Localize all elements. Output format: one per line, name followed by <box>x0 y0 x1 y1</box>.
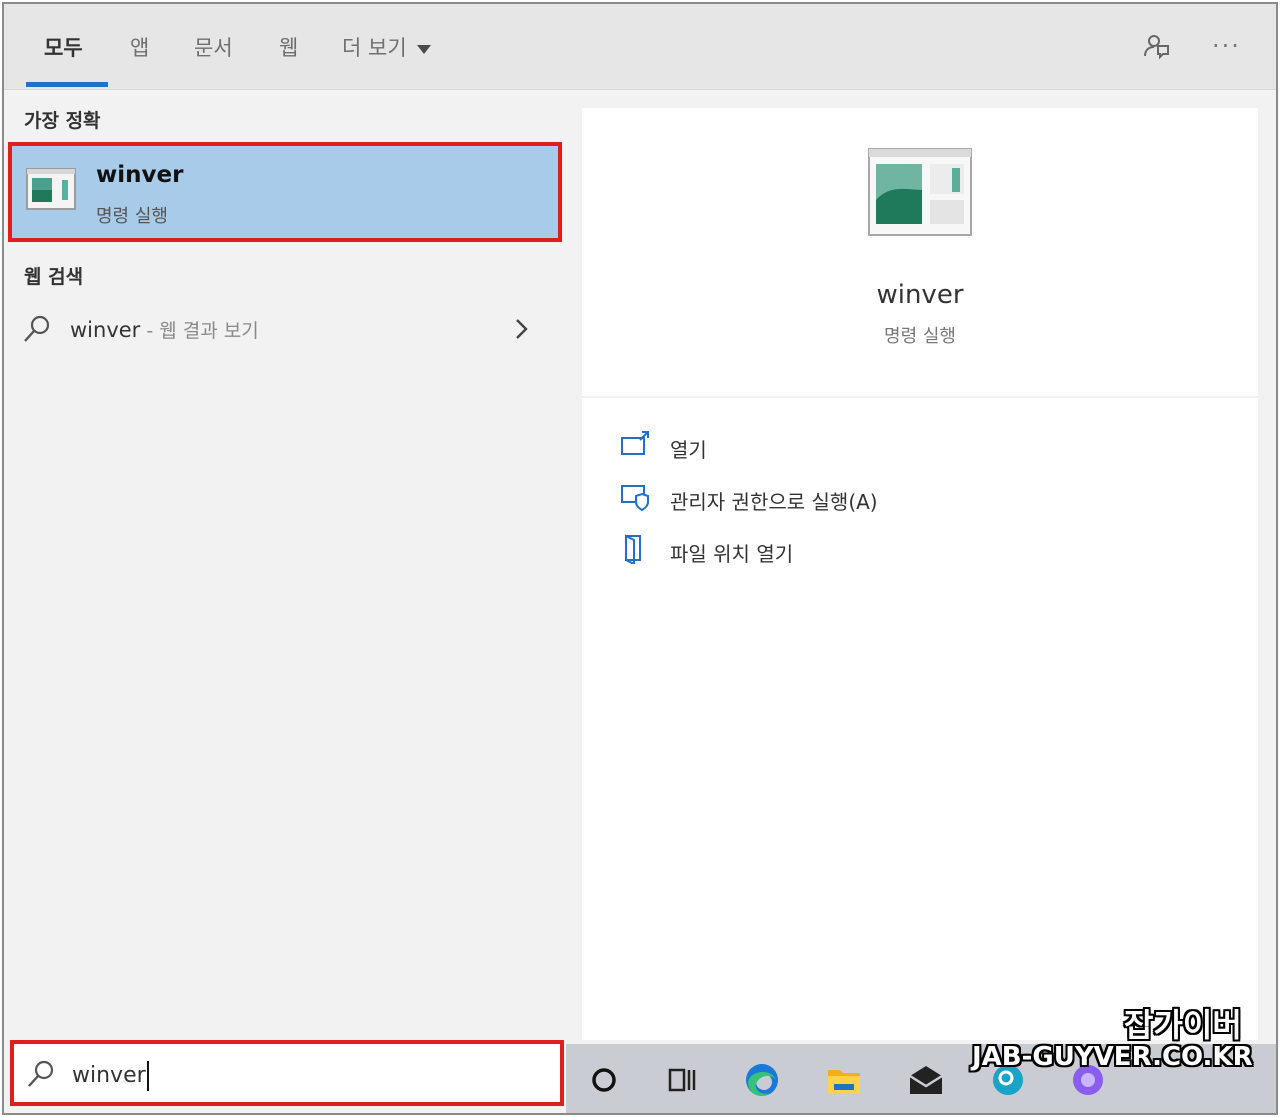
more-options-icon[interactable]: ··· <box>1212 32 1241 60</box>
file-location-icon <box>625 534 641 564</box>
open-action-label: 열기 <box>670 438 707 462</box>
best-match-title: winver <box>96 162 184 188</box>
preview-subtitle: 명령 실행 <box>884 326 956 347</box>
web-result-text: winver - 웹 결과 보기 <box>70 316 259 343</box>
web-result-query: winver <box>70 318 141 342</box>
active-tab-indicator <box>26 82 108 87</box>
text-caret <box>146 1061 149 1091</box>
tab-more[interactable]: 더 보기 <box>342 32 431 62</box>
app-window-icon <box>26 168 76 210</box>
search-input[interactable]: winver <box>10 1040 564 1106</box>
run-as-admin-label: 관리자 권한으로 실행(A) <box>670 490 878 514</box>
tab-all[interactable]: 모두 <box>44 32 83 62</box>
tab-web[interactable]: 웹 <box>279 32 298 62</box>
app-window-icon <box>868 148 972 236</box>
web-result-suffix: - 웹 결과 보기 <box>140 320 259 342</box>
web-search-heading: 웹 검색 <box>24 266 84 288</box>
task-view-icon[interactable] <box>662 1060 702 1100</box>
search-icon <box>28 1060 54 1087</box>
chevron-right-icon[interactable] <box>512 316 532 342</box>
tab-apps[interactable]: 앱 <box>130 32 149 62</box>
search-icon <box>24 315 50 342</box>
tab-documents[interactable]: 문서 <box>194 32 233 62</box>
search-input-value: winver <box>72 1063 146 1088</box>
tab-more-label: 더 보기 <box>342 36 407 60</box>
web-search-result[interactable]: winver - 웹 결과 보기 <box>18 308 548 352</box>
edge-icon[interactable] <box>742 1060 782 1100</box>
feedback-icon[interactable] <box>1140 30 1172 62</box>
detail-pane: winver 명령 실행 열기 관리자 권한으로 실행(A) 파일 위치 열기 <box>566 90 1276 1040</box>
run-as-admin-icon <box>621 485 649 512</box>
open-icon <box>621 431 649 455</box>
watermark-english: JAB-GUYVER.CO.KR <box>972 1042 1253 1072</box>
open-file-location-label: 파일 위치 열기 <box>670 542 794 566</box>
file-explorer-icon[interactable] <box>824 1060 864 1100</box>
preview-card: winver 명령 실행 <box>582 108 1258 396</box>
action-list: 열기 관리자 권한으로 실행(A) 파일 위치 열기 <box>582 398 1258 1040</box>
search-input-text: winver <box>72 1061 149 1091</box>
watermark-korean: 잡가이버 <box>1124 1006 1242 1044</box>
best-match-result[interactable]: winver 명령 실행 <box>8 142 562 242</box>
results-list: 가장 정확 winver 명령 실행 웹 검색 winver - 웹 결과 보기 <box>4 90 564 1040</box>
tab-bar: 모두 앱 문서 웹 더 보기 ··· <box>4 4 1276 90</box>
search-window: 모두 앱 문서 웹 더 보기 ··· 가장 정확 winver 명령 실행 웹 … <box>2 2 1278 1115</box>
caret-down-icon <box>416 44 431 54</box>
best-match-heading: 가장 정확 <box>24 110 101 132</box>
best-match-subtitle: 명령 실행 <box>96 206 168 227</box>
preview-title: winver <box>876 280 964 310</box>
mail-icon[interactable] <box>906 1060 946 1100</box>
cortana-icon[interactable] <box>584 1060 624 1100</box>
